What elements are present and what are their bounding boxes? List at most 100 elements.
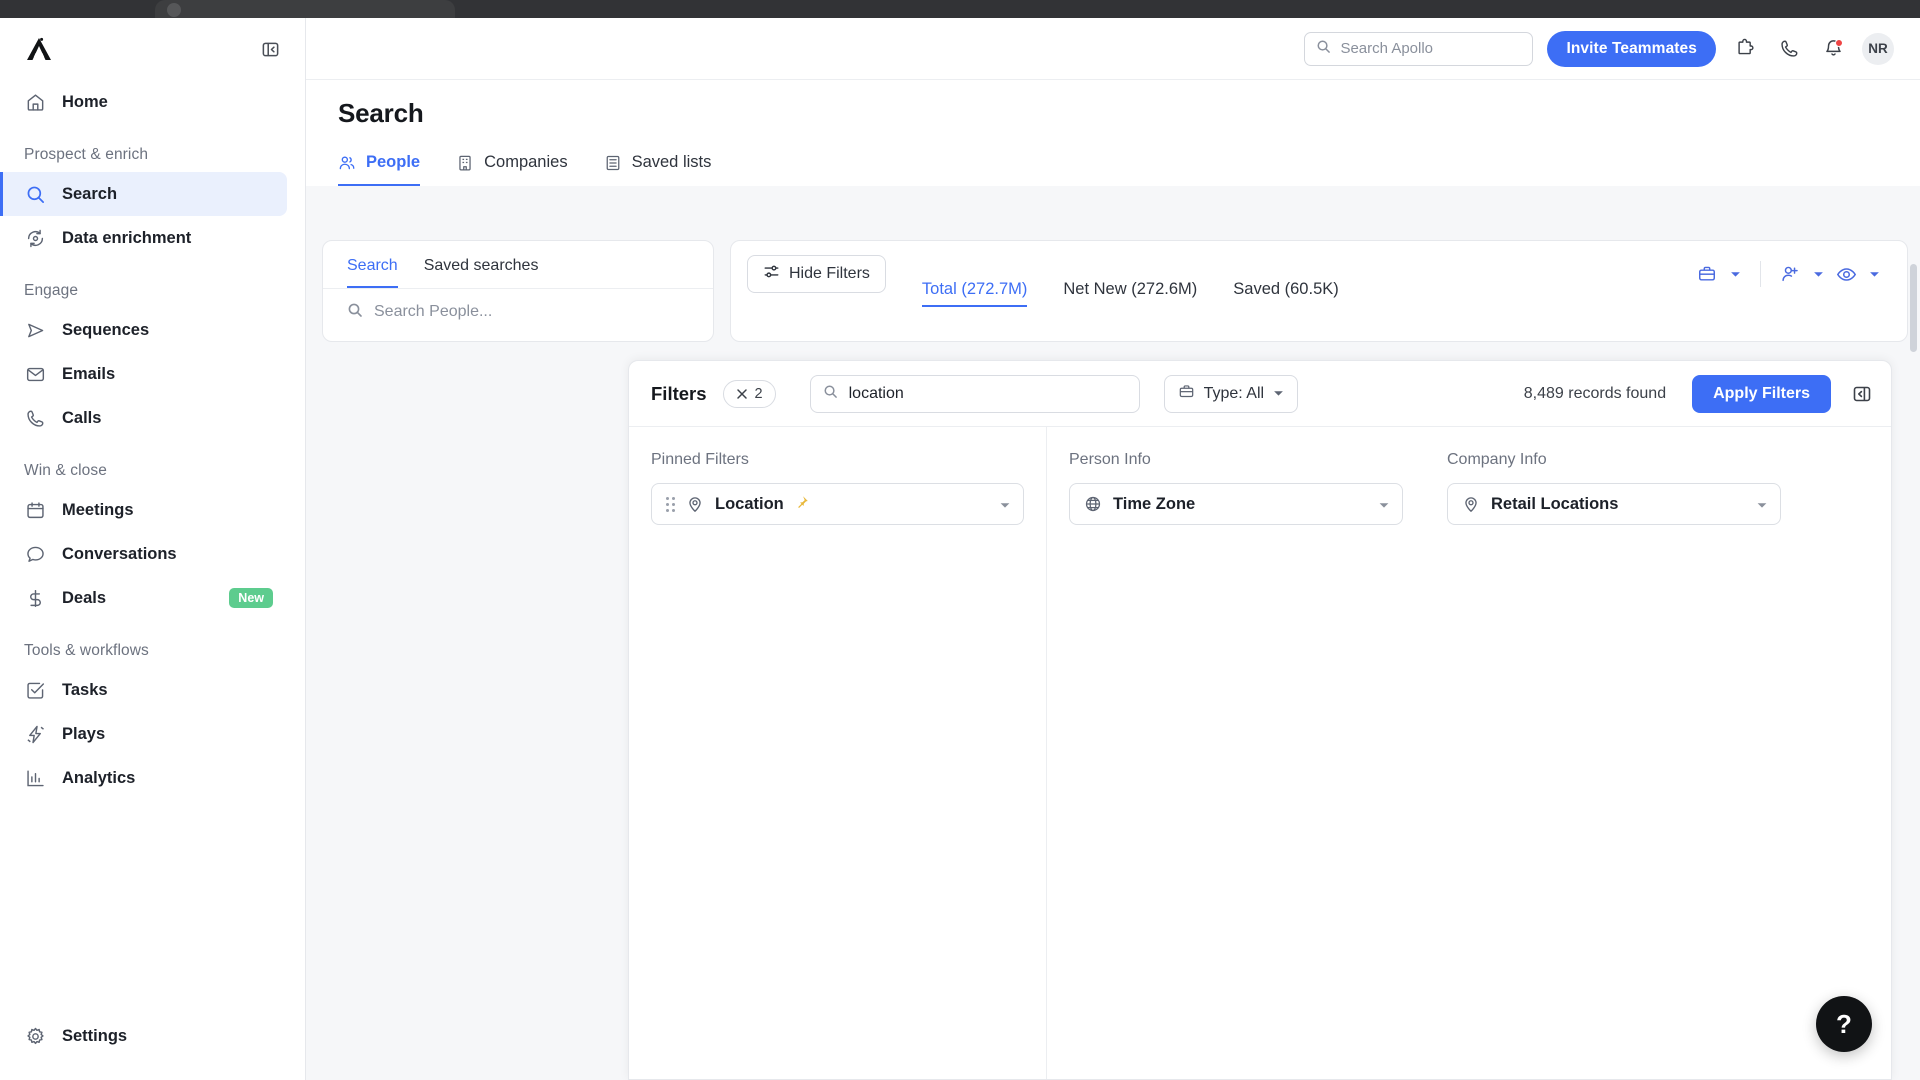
count-tab-net-new[interactable]: Net New (272.6M) <box>1063 274 1197 307</box>
page-header: Search People Companies Saved lists <box>306 80 1920 186</box>
sidebar-item-home[interactable]: Home <box>0 80 287 124</box>
avatar[interactable]: NR <box>1862 32 1894 65</box>
type-filter-label: Type: All <box>1203 384 1265 402</box>
checkbox-icon <box>24 679 46 701</box>
home-icon <box>24 91 46 113</box>
sidebar-item-search[interactable]: Search <box>0 172 287 216</box>
search-icon <box>347 302 363 323</box>
collapse-sidebar-icon[interactable] <box>257 36 283 62</box>
global-search-box[interactable] <box>1304 31 1534 66</box>
sidebar-header <box>0 18 305 80</box>
filter-count: 2 <box>754 385 763 402</box>
people-search-input[interactable] <box>374 303 689 321</box>
chevron-down-icon <box>999 495 1011 514</box>
chevron-down-icon[interactable] <box>1807 260 1829 288</box>
search-panel: Search Saved searches <box>322 240 714 342</box>
toolbar-divider <box>1760 261 1761 287</box>
filter-option-time-zone[interactable]: Time Zone <box>1069 483 1403 525</box>
filter-option-label: Location <box>715 494 784 513</box>
phone-icon <box>24 407 46 429</box>
sidebar-item-emails[interactable]: Emails <box>0 352 287 396</box>
briefcase-icon[interactable] <box>1692 259 1722 289</box>
list-icon <box>604 154 622 172</box>
browser-tab-favicon <box>167 3 181 17</box>
sidebar-item-plays[interactable]: Plays <box>0 712 287 756</box>
filter-search-box[interactable] <box>809 374 1140 413</box>
briefcase-icon <box>1178 383 1195 405</box>
sidebar-item-conversations[interactable]: Conversations <box>0 532 287 576</box>
tab-people[interactable]: People <box>338 153 421 186</box>
tab-label: Saved lists <box>631 153 712 171</box>
gear-icon <box>24 1025 46 1047</box>
count-tab-total[interactable]: Total (272.7M) <box>921 274 1028 307</box>
refresh-data-icon <box>24 227 46 249</box>
phone-icon[interactable] <box>1774 34 1804 64</box>
browser-chrome <box>0 0 1920 18</box>
chat-bubble-icon <box>24 543 46 565</box>
invite-teammates-button[interactable]: Invite Teammates <box>1547 30 1716 67</box>
sidebar-item-data-enrichment[interactable]: Data enrichment <box>0 216 287 260</box>
search-input[interactable] <box>1340 40 1522 57</box>
sidebar-item-label: Search <box>62 184 118 203</box>
pin-icon[interactable] <box>795 495 809 513</box>
filters-bar: Filters 2 location Type: All 8,489 recor… <box>629 361 1891 427</box>
add-person-icon[interactable] <box>1775 259 1805 289</box>
sliders-icon <box>763 263 780 285</box>
clear-filters-chip[interactable]: 2 <box>722 379 776 408</box>
browser-tab[interactable] <box>155 0 455 18</box>
type-filter-select[interactable]: Type: All <box>1163 374 1299 413</box>
drag-handle-icon[interactable] <box>666 496 675 512</box>
filter-option-label: Retail Locations <box>1491 494 1619 513</box>
sidebar-item-analytics[interactable]: Analytics <box>0 756 287 800</box>
eye-icon[interactable] <box>1831 259 1861 289</box>
bell-icon[interactable] <box>1818 34 1848 64</box>
count-tab-saved[interactable]: Saved (60.5K) <box>1233 274 1338 307</box>
filter-column-title: Person Info <box>1069 451 1151 468</box>
filter-option-label: Time Zone <box>1113 494 1196 513</box>
send-icon <box>24 319 46 341</box>
page-scrollbar[interactable] <box>1910 264 1917 352</box>
top-bar: Invite Teammates NR <box>306 18 1920 80</box>
hide-filters-button[interactable]: Hide Filters <box>747 255 886 293</box>
filter-column-pinned: Pinned Filters Location <box>629 427 1047 1079</box>
puzzle-icon[interactable] <box>1730 34 1760 64</box>
sidebar-item-label: Analytics <box>62 768 136 787</box>
close-icon <box>736 388 747 399</box>
filter-option-location[interactable]: Location <box>651 483 1024 525</box>
page-title: Search <box>338 98 424 128</box>
tab-saved-lists[interactable]: Saved lists <box>604 153 712 186</box>
search-icon <box>1316 39 1331 59</box>
sidebar-item-settings[interactable]: Settings <box>0 1014 269 1058</box>
chevron-down-icon <box>1378 495 1390 514</box>
search-icon <box>24 183 46 205</box>
chevron-down-icon[interactable] <box>1863 260 1885 288</box>
filter-column-title: Pinned Filters <box>651 451 749 468</box>
tab-saved-searches[interactable]: Saved searches <box>424 257 539 288</box>
people-icon <box>338 154 356 172</box>
sidebar-item-deals[interactable]: Deals New <box>0 576 287 620</box>
filter-columns: Pinned Filters Location Person Info Time… <box>629 427 1891 1079</box>
sidebar-item-calls[interactable]: Calls <box>0 396 287 440</box>
chevron-down-icon[interactable] <box>1724 260 1746 288</box>
filters-title: Filters <box>651 382 707 404</box>
bar-chart-icon <box>24 767 46 789</box>
status-badge: New <box>229 588 273 608</box>
help-button[interactable]: ? <box>1816 996 1872 1052</box>
sidebar-item-sequences[interactable]: Sequences <box>0 308 287 352</box>
filter-option-retail-locations[interactable]: Retail Locations <box>1447 483 1781 525</box>
collapse-panel-icon[interactable] <box>1847 379 1877 409</box>
tab-search[interactable]: Search <box>347 257 398 288</box>
sidebar-item-tasks[interactable]: Tasks <box>0 668 287 712</box>
toolbar-actions <box>1692 259 1885 289</box>
sidebar-item-label: Data enrichment <box>62 228 192 247</box>
map-pin-icon <box>1462 495 1480 513</box>
apollo-logo[interactable] <box>24 35 54 63</box>
notification-dot <box>1835 38 1843 47</box>
results-toolbar: Hide Filters Total (272.7M) Net New (272… <box>731 241 1907 307</box>
tab-companies[interactable]: Companies <box>456 153 568 186</box>
filter-search-input[interactable] <box>848 384 1127 403</box>
page-tabs: People Companies Saved lists <box>338 153 1920 186</box>
apply-filters-button[interactable]: Apply Filters <box>1692 374 1831 413</box>
sidebar-item-meetings[interactable]: Meetings <box>0 488 287 532</box>
people-search-box[interactable] <box>323 289 713 335</box>
